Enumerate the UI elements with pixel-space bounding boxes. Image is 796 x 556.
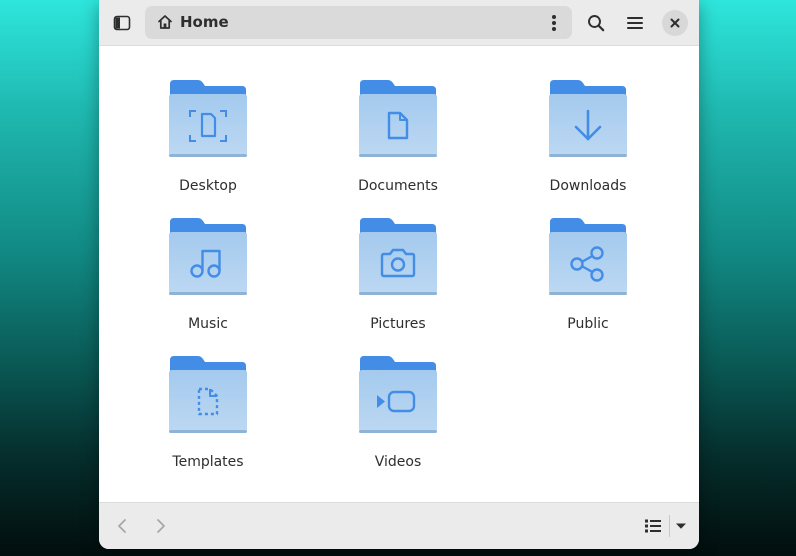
folder-item-documents[interactable]: Documents: [323, 78, 473, 208]
chevron-left-icon: [118, 519, 126, 533]
folder-label: Public: [567, 316, 609, 332]
folder-label: Pictures: [370, 316, 426, 332]
footer-bar: [99, 502, 699, 549]
pictures-folder-icon: [359, 218, 437, 295]
sidebar-toggle-icon: [113, 15, 131, 31]
home-icon: [157, 14, 173, 34]
path-label-home[interactable]: Home: [180, 13, 229, 32]
forward-button[interactable]: [148, 513, 174, 539]
dropdown-arrow-icon: [676, 523, 686, 529]
search-icon: [588, 15, 605, 32]
folder-label: Videos: [374, 454, 422, 470]
desktop-folder-icon: [169, 80, 247, 157]
view-options-dropdown[interactable]: [668, 513, 694, 539]
videos-folder-icon: [359, 356, 437, 433]
folder-label: Documents: [358, 178, 438, 194]
vertical-dots-icon[interactable]: [544, 12, 564, 34]
chevron-right-icon: [157, 519, 165, 533]
folder-item-downloads[interactable]: Downloads: [513, 78, 663, 208]
file-manager-window: Home Desktop Documents Downloads Music P…: [99, 0, 699, 549]
main-menu-button[interactable]: [618, 6, 652, 40]
folder-item-desktop[interactable]: Desktop: [133, 78, 283, 208]
list-view-icon: [645, 519, 661, 533]
hamburger-menu-icon: [627, 17, 643, 29]
list-view-button[interactable]: [640, 513, 666, 539]
folder-label: Templates: [172, 454, 244, 470]
back-button[interactable]: [109, 513, 135, 539]
music-folder-icon: [169, 218, 247, 295]
folder-label: Downloads: [549, 178, 627, 194]
folder-label: Desktop: [179, 178, 237, 194]
folder-label: Music: [188, 316, 228, 332]
search-button[interactable]: [579, 6, 613, 40]
location-path-bar[interactable]: Home: [145, 6, 572, 39]
folder-item-pictures[interactable]: Pictures: [323, 216, 473, 346]
folder-item-music[interactable]: Music: [133, 216, 283, 346]
sidebar-toggle-button[interactable]: [105, 6, 139, 40]
header-bar: Home: [99, 0, 699, 46]
folder-item-public[interactable]: Public: [513, 216, 663, 346]
templates-folder-icon: [169, 356, 247, 433]
folder-item-videos[interactable]: Videos: [323, 354, 473, 484]
folder-item-templates[interactable]: Templates: [133, 354, 283, 484]
documents-folder-icon: [359, 80, 437, 157]
downloads-folder-icon: [549, 80, 627, 157]
folder-grid: Desktop Documents Downloads Music Pictur…: [99, 46, 699, 502]
public-folder-icon: [549, 218, 627, 295]
close-icon: [670, 18, 680, 28]
close-button[interactable]: [662, 10, 688, 36]
